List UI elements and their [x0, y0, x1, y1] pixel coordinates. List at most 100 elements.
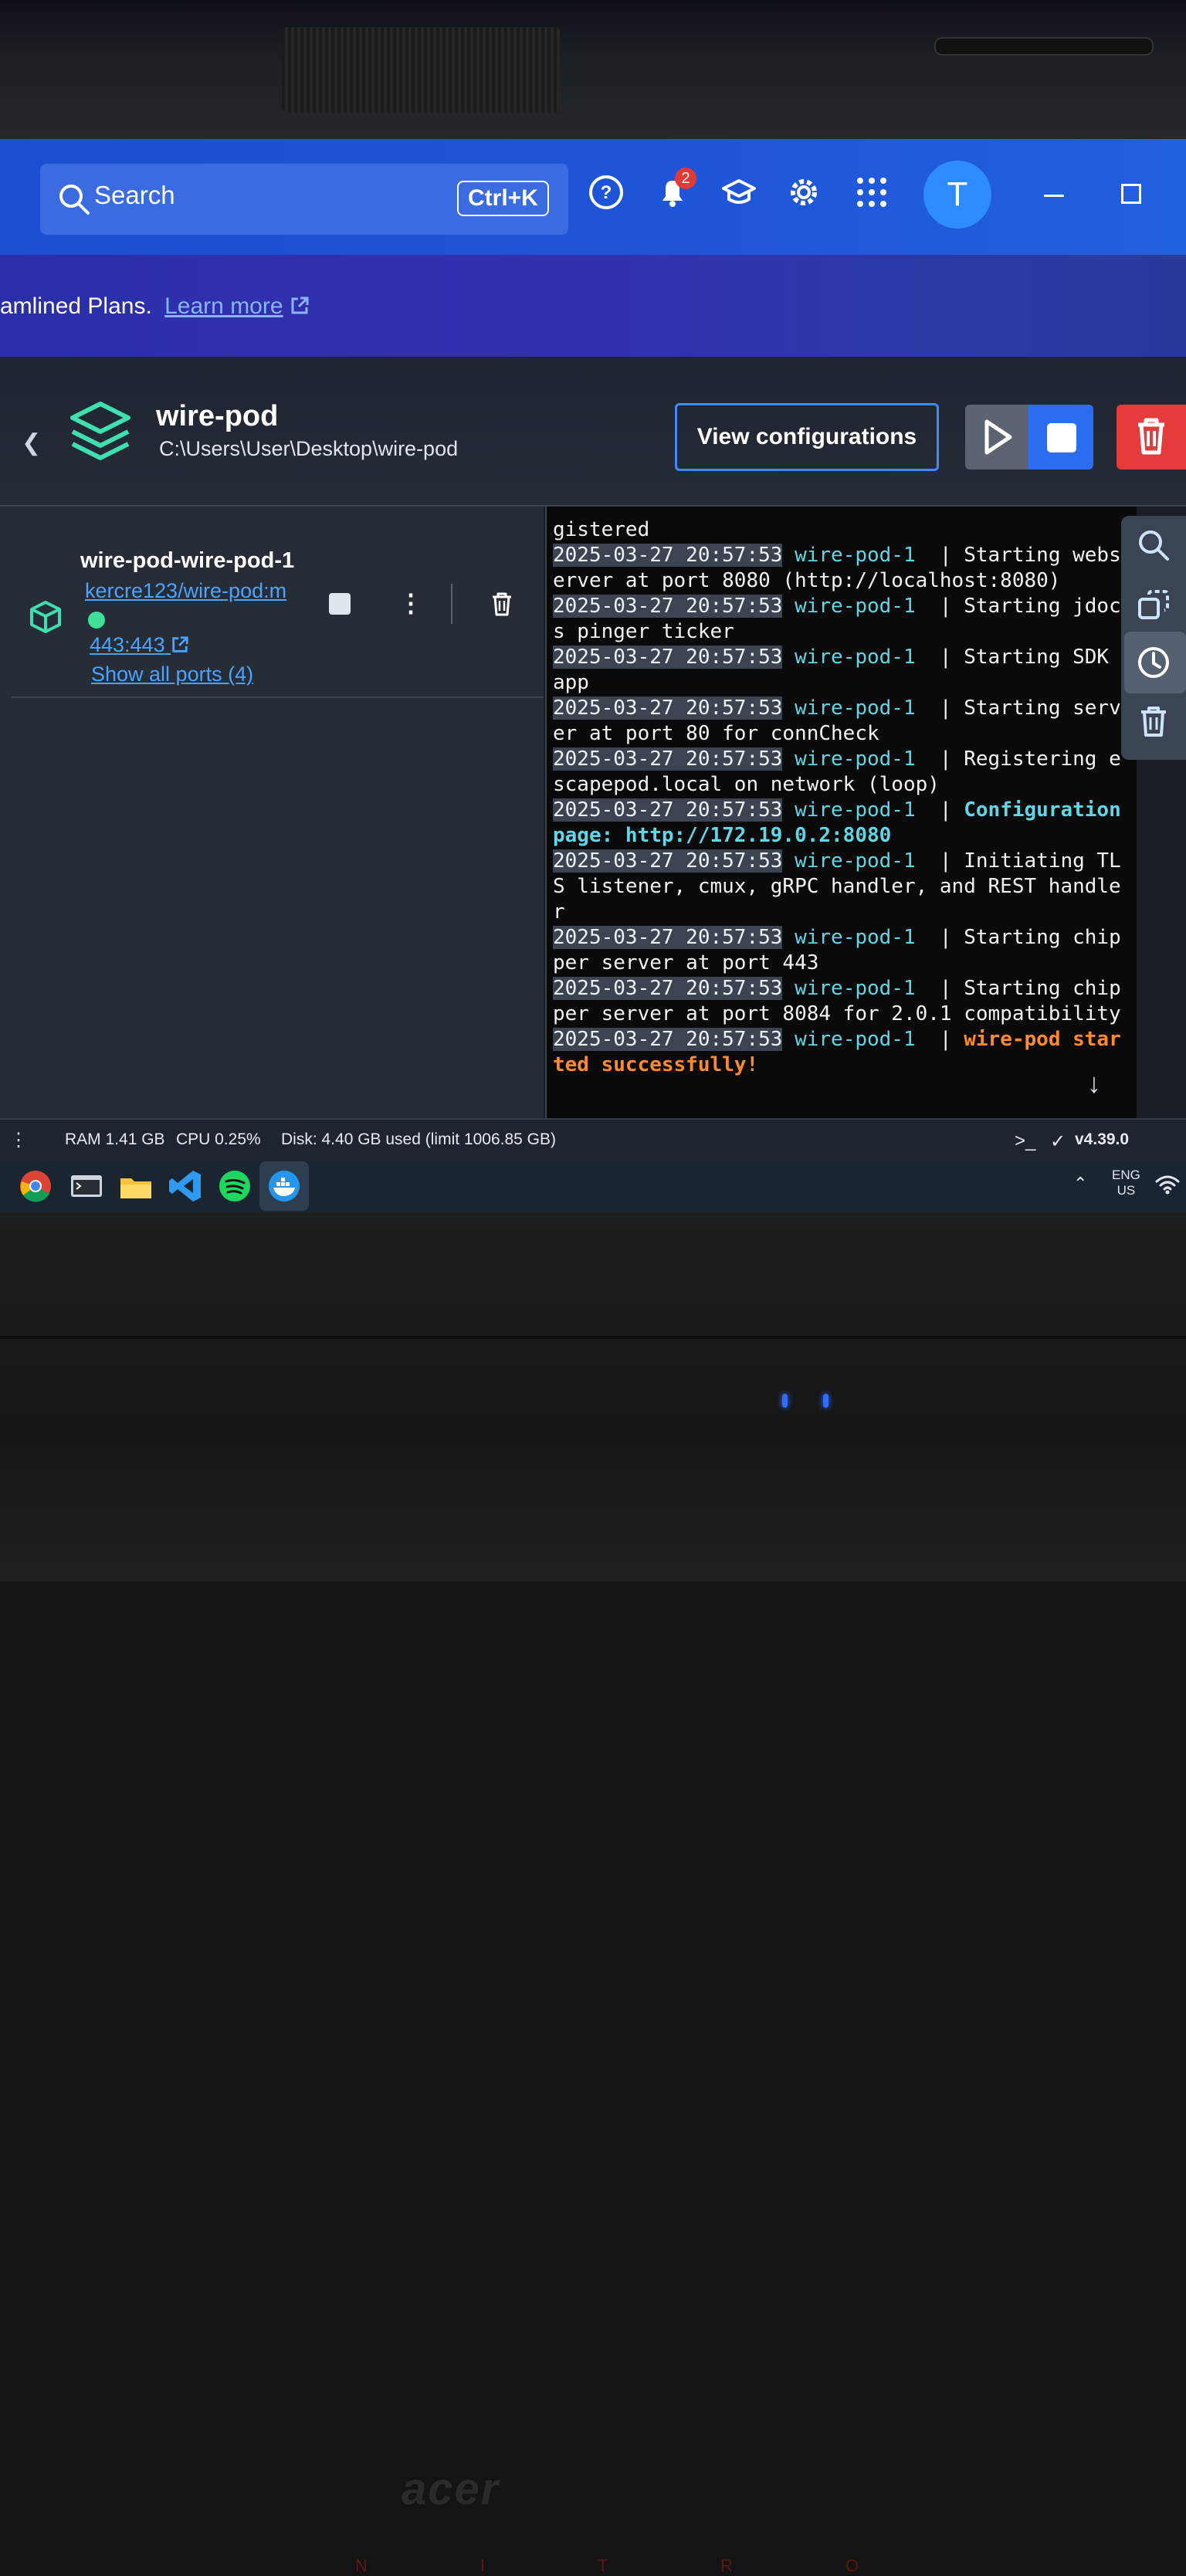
status-led: [823, 1394, 829, 1408]
log-service: wire-pod-1: [795, 1028, 916, 1051]
divider: [451, 584, 452, 624]
view-configurations-button[interactable]: View configurations: [675, 403, 939, 471]
port-link[interactable]: 443:443: [90, 633, 189, 657]
disk-usage: Disk: 4.40 GB used (limit 1006.85 GB): [281, 1130, 556, 1148]
container-stop-icon[interactable]: [329, 593, 351, 615]
laptop-bezel-top: [0, 0, 1186, 139]
svg-text:?: ?: [601, 182, 612, 203]
search-icon: [59, 185, 90, 215]
log-line: 2025-03-27 20:57:53 wire-pod-1 | Startin…: [553, 646, 1121, 694]
container-row[interactable]: wire-pod-wire-pod-1 kercre123/wire-pod:m…: [11, 507, 544, 698]
stop-button[interactable]: [1028, 405, 1093, 469]
log-timestamp: 2025-03-27 20:57:53: [553, 544, 783, 567]
region-code: US: [1117, 1183, 1136, 1198]
apps-grid-icon[interactable]: [852, 173, 891, 212]
wifi-icon[interactable]: [1155, 1172, 1180, 1197]
log-output: gistered 2025-03-27 20:57:53 wire-pod-1 |…: [553, 517, 1129, 1078]
banner-text: amlined Plans.: [0, 293, 152, 319]
user-avatar[interactable]: T: [923, 161, 991, 229]
clear-logs-trash-icon[interactable]: [1135, 703, 1172, 740]
container-image-link[interactable]: kercre123/wire-pod:m: [85, 579, 286, 603]
windows-taskbar: ⌃ ENG US: [0, 1160, 1186, 1212]
maximize-button[interactable]: [1121, 184, 1141, 204]
ram-usage: RAM 1.41 GB: [65, 1130, 165, 1148]
scroll-down-arrow-icon[interactable]: ↓: [1087, 1067, 1101, 1100]
log-timestamp: 2025-03-27 20:57:53: [553, 977, 783, 1000]
log-service: wire-pod-1: [795, 798, 916, 822]
status-led: [782, 1394, 788, 1408]
start-button[interactable]: [965, 405, 1028, 469]
log-line: 2025-03-27 20:57:53 wire-pod-1 | Startin…: [553, 697, 1121, 745]
log-timestamp: 2025-03-27 20:57:53: [553, 926, 783, 949]
spotify-icon[interactable]: [216, 1168, 253, 1205]
vscode-icon[interactable]: [167, 1168, 204, 1205]
version-label: v4.39.0: [1075, 1130, 1130, 1148]
minimize-button[interactable]: [1044, 195, 1064, 197]
laptop-bezel-bottom: acer N I T R O: [0, 1212, 1186, 2575]
log-timestamp: 2025-03-27 20:57:53: [553, 646, 783, 669]
log-line: gistered: [553, 517, 1129, 543]
language-indicator[interactable]: ENG US: [1112, 1168, 1140, 1198]
bezel-slot: [934, 37, 1154, 56]
trash-icon: [1138, 418, 1164, 455]
play-icon: [984, 419, 1012, 455]
log-service: wire-pod-1: [795, 646, 916, 669]
log-line: 2025-03-27 20:57:53 wire-pod-1 | Startin…: [553, 926, 1121, 974]
container-list-panel: wire-pod-wire-pod-1 kercre123/wire-pod:m…: [0, 507, 544, 1118]
external-link-icon: [172, 636, 188, 652]
status-bar: ⋮ RAM 1.41 GB CPU 0.25% Disk: 4.40 GB us…: [0, 1118, 1186, 1161]
log-service: wire-pod-1: [795, 544, 916, 567]
delete-button[interactable]: [1117, 405, 1186, 469]
chrome-icon[interactable]: [17, 1168, 54, 1205]
log-timestamp: 2025-03-27 20:57:53: [553, 849, 783, 873]
terminal-icon[interactable]: [68, 1168, 105, 1205]
search-icon[interactable]: [1135, 527, 1172, 564]
screen: Search Ctrl+K ? 2 T amlined Plans. Learn…: [0, 139, 1186, 1212]
clock-icon[interactable]: [1135, 644, 1172, 681]
learning-center-icon[interactable]: [720, 173, 758, 212]
learn-more-link[interactable]: Learn more: [164, 293, 283, 319]
log-line: 2025-03-27 20:57:53 wire-pod-1 | Startin…: [553, 544, 1121, 592]
top-bar: Search Ctrl+K ? 2 T: [0, 139, 1186, 255]
terminal-toolbar: [1121, 516, 1186, 760]
more-options-icon[interactable]: ⋮: [398, 588, 423, 618]
terminal-prompt-icon[interactable]: >_: [1015, 1130, 1035, 1152]
back-chevron-icon[interactable]: ❮: [22, 429, 41, 456]
stop-icon: [1047, 423, 1076, 452]
help-icon[interactable]: ?: [587, 173, 625, 212]
docker-icon[interactable]: [266, 1168, 303, 1205]
tray-chevron-up-icon[interactable]: ⌃: [1073, 1174, 1087, 1194]
log-service: wire-pod-1: [795, 595, 916, 618]
log-service: wire-pod-1: [795, 747, 916, 771]
log-timestamp: 2025-03-27 20:57:53: [553, 798, 783, 822]
log-line: 2025-03-27 20:57:53 wire-pod-1 | Initiat…: [553, 849, 1121, 924]
external-link-icon: [291, 297, 309, 314]
laptop-model: N I T R O: [355, 2556, 913, 2575]
log-service: wire-pod-1: [795, 697, 916, 720]
file-explorer-icon[interactable]: [117, 1168, 154, 1205]
log-timestamp: 2025-03-27 20:57:53: [553, 697, 783, 720]
copy-icon[interactable]: [1135, 587, 1172, 624]
project-path: C:\Users\User\Desktop\wire-pod: [159, 437, 459, 460]
log-service: wire-pod-1: [795, 849, 916, 873]
banner-text-wrapper: amlined Plans. Learn more: [0, 293, 310, 320]
running-status-dot: [88, 612, 105, 629]
log-line: 2025-03-27 20:57:53 wire-pod-1 | Startin…: [553, 595, 1121, 643]
gear-icon[interactable]: [784, 173, 823, 212]
project-name: wire-pod: [156, 400, 279, 432]
laptop-brand: acer: [402, 2464, 500, 2514]
notification-badge: 2: [675, 168, 696, 189]
check-icon: ✓: [1050, 1131, 1066, 1152]
status-menu-icon[interactable]: ⋮: [9, 1129, 28, 1151]
log-terminal[interactable]: gistered 2025-03-27 20:57:53 wire-pod-1 |…: [545, 507, 1137, 1118]
log-message: gistered: [553, 518, 650, 541]
show-all-ports-link[interactable]: Show all ports (4): [91, 663, 253, 686]
trash-icon[interactable]: [488, 590, 516, 618]
search-label: Search: [94, 181, 175, 209]
laptop-hinge: [0, 1336, 1186, 1339]
search-bar[interactable]: Search Ctrl+K: [40, 164, 568, 235]
log-line: 2025-03-27 20:57:53 wire-pod-1 | Configu…: [553, 798, 1133, 847]
log-line: 2025-03-27 20:57:53 wire-pod-1 | Registe…: [553, 747, 1121, 796]
cpu-usage: CPU 0.25%: [176, 1130, 261, 1148]
log-line: 2025-03-27 20:57:53 wire-pod-1 | wire-po…: [553, 1028, 1121, 1076]
